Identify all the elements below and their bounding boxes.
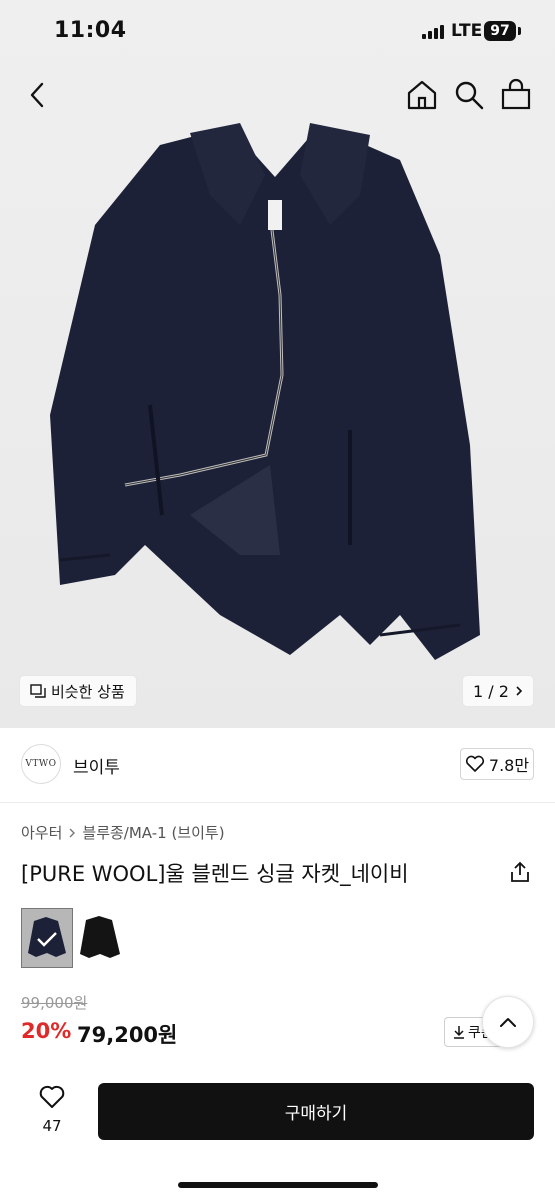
breadcrumb: 아우터 블루종/MA-1 (브이투): [21, 822, 225, 843]
sale-price: 79,200원: [77, 1023, 178, 1047]
bottom-action-bar: 47 구매하기: [0, 1068, 555, 1200]
product-title: [PURE WOOL]울 블렌드 싱글 자켓_네이비: [21, 862, 409, 886]
brand-logo[interactable]: VTWO: [21, 744, 61, 784]
status-bar: 11:04 LTE 97: [0, 0, 555, 62]
check-icon: [37, 932, 57, 947]
breadcrumb-item[interactable]: 블루종/MA-1 (브이투): [82, 822, 224, 843]
bag-icon[interactable]: [499, 78, 533, 112]
status-time: 11:04: [54, 18, 127, 43]
brand-like-count: 7.8만: [488, 756, 530, 775]
battery-icon: 97: [484, 21, 516, 41]
breadcrumb-item[interactable]: 아우터: [21, 822, 62, 843]
similar-label: 비슷한 상품: [51, 682, 125, 701]
home-indicator: [178, 1182, 378, 1188]
pager-count: 1 / 2: [473, 681, 509, 701]
chevron-right-icon: [69, 828, 76, 837]
buy-button[interactable]: 구매하기: [98, 1083, 534, 1140]
image-pager[interactable]: 1 / 2: [463, 676, 533, 706]
chevron-right-icon: [516, 686, 523, 696]
variant-swatch-black[interactable]: [74, 908, 126, 968]
variant-swatch-navy[interactable]: [21, 908, 73, 968]
search-icon[interactable]: [452, 78, 486, 112]
home-icon[interactable]: [405, 78, 439, 112]
wishlist-count: 47: [42, 1117, 62, 1135]
signal-icon: [422, 25, 444, 39]
scroll-top-button[interactable]: [482, 996, 534, 1048]
wishlist-button[interactable]: 47: [32, 1084, 72, 1140]
discount-rate: 20%: [21, 1019, 72, 1043]
brand-name[interactable]: 브이투: [73, 753, 120, 778]
back-icon[interactable]: [22, 78, 54, 112]
chevron-up-icon: [500, 1018, 516, 1027]
share-icon[interactable]: [508, 860, 532, 884]
product-jacket-image[interactable]: [40, 115, 515, 675]
brand-row[interactable]: VTWO 브이투 7.8만: [0, 728, 555, 803]
heart-icon: [39, 1085, 65, 1108]
similar-products-button[interactable]: 비슷한 상품: [20, 676, 136, 706]
heart-icon: [465, 755, 484, 772]
battery-cap: [518, 27, 521, 35]
download-icon: [454, 1026, 464, 1039]
brand-like-button[interactable]: 7.8만: [460, 748, 534, 780]
network-label: LTE: [451, 21, 483, 41]
variant-black-image: [80, 916, 120, 958]
similar-icon: [30, 684, 46, 698]
original-price: 99,000원: [21, 994, 88, 1012]
